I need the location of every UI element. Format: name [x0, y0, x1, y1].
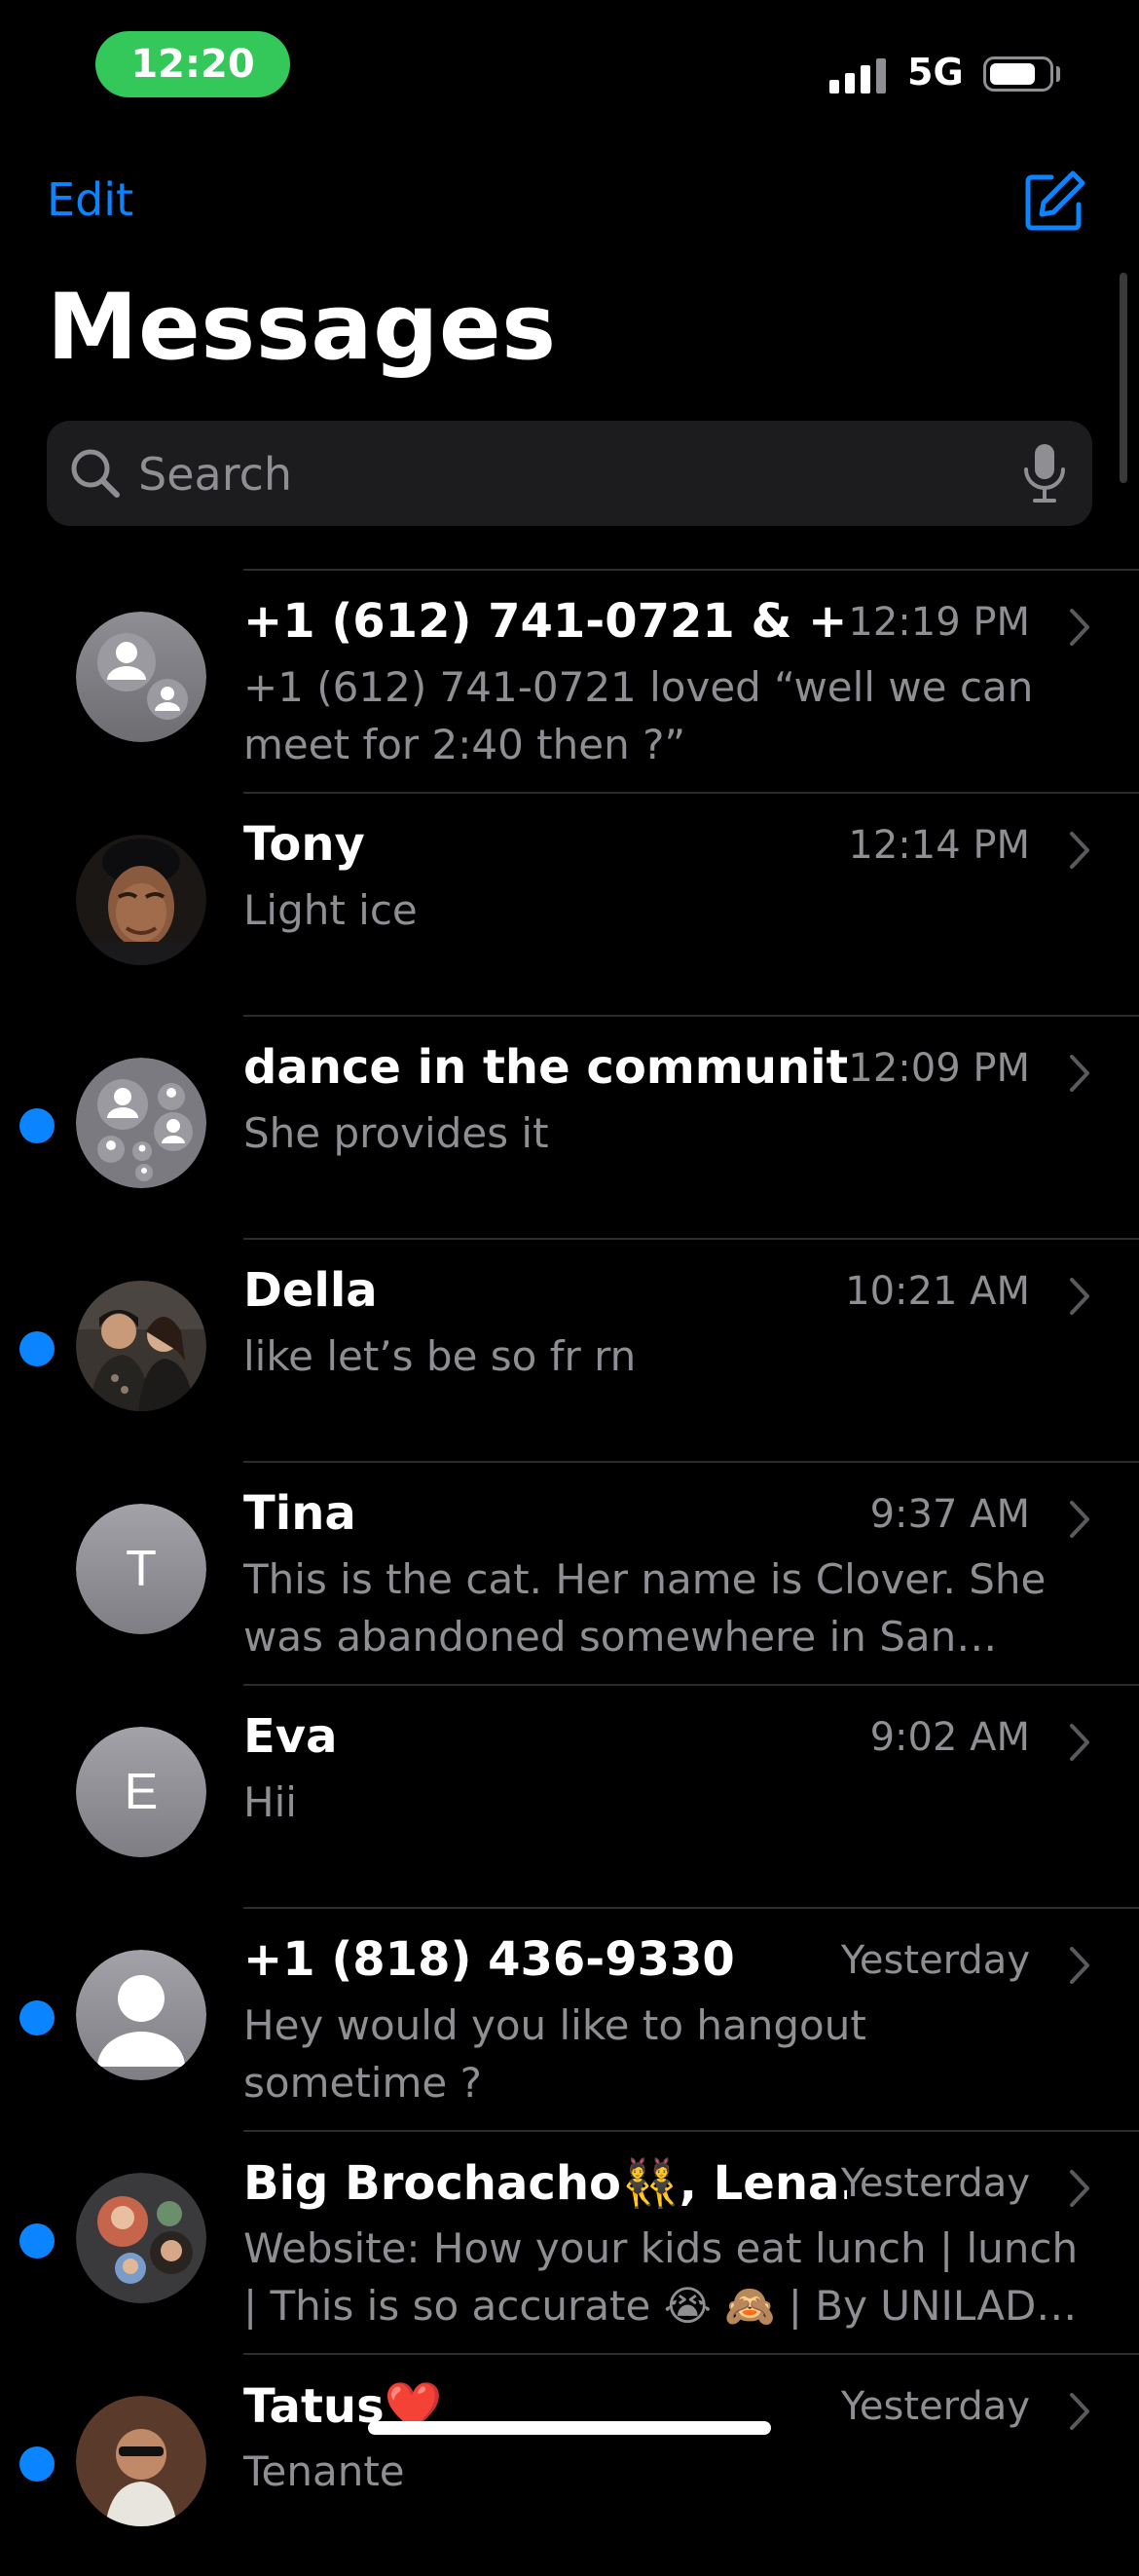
compose-icon[interactable]: [1022, 169, 1086, 234]
contact-photo-avatar: [76, 2396, 206, 2526]
group-photos: [76, 2173, 206, 2303]
search-icon: [68, 446, 123, 501]
conversation-row[interactable]: E Eva 9:02 AM Hii: [0, 1684, 1139, 1907]
conversation-name: +1 (612) 741-0721 & +1 (…: [243, 594, 847, 649]
conversation-row[interactable]: dance in the community 12:09 PM She prov…: [0, 1015, 1139, 1238]
contact-photo-avatar: [76, 1281, 206, 1411]
conversation-preview: Website: How your kids eat lunch | lunch…: [243, 2224, 1079, 2330]
scroll-indicator[interactable]: [1120, 273, 1127, 483]
row-separator: [243, 792, 1139, 794]
initial-avatar: T: [76, 1504, 206, 1634]
conversation-time: 12:19 PM: [848, 600, 1030, 645]
contact-photo-avatar: [76, 835, 206, 965]
row-separator: [243, 569, 1139, 571]
chevron-right-icon: [1070, 1947, 1089, 1984]
conversation-preview: +1 (612) 741-0721 loved “well we can mee…: [243, 663, 1034, 768]
row-separator: [243, 1238, 1139, 1240]
status-time[interactable]: 12:20: [95, 31, 290, 97]
conversation-preview: like let’s be so fr rn: [243, 1332, 637, 1380]
row-separator: [243, 2130, 1139, 2132]
group-many-person-icon: [76, 1058, 206, 1188]
conversation-time: 12:09 PM: [848, 1046, 1030, 1091]
conversation-row[interactable]: Tony 12:14 PM Light ice: [0, 792, 1139, 1015]
conversation-name: Big Brochacho👯, Lena...: [243, 2156, 847, 2211]
unread-indicator: [19, 1331, 55, 1366]
contact-photo: [76, 835, 206, 965]
conversation-name: Eva: [243, 1709, 338, 1764]
home-indicator[interactable]: [368, 2421, 771, 2435]
avatar-initial: E: [125, 1764, 159, 1820]
conversation-time: Yesterday: [840, 2384, 1030, 2429]
unread-indicator: [19, 1108, 55, 1143]
chevron-right-icon: [1070, 1724, 1089, 1761]
search-input[interactable]: [136, 421, 997, 528]
group-two-person-icon: [76, 612, 206, 742]
conversation-name: dance in the community: [243, 1040, 847, 1095]
row-separator: [243, 2353, 1139, 2355]
battery-level-fill: [990, 63, 1035, 85]
group-avatar: [76, 612, 206, 742]
conversation-name: Tina: [243, 1486, 356, 1541]
group-avatar: [76, 1058, 206, 1188]
chevron-right-icon: [1070, 2170, 1089, 2207]
conversation-time: Yesterday: [840, 1938, 1030, 1983]
chevron-right-icon: [1070, 1278, 1089, 1315]
chevron-right-icon: [1070, 609, 1089, 646]
unread-indicator: [19, 2446, 55, 2482]
page-title: Messages: [47, 275, 557, 381]
contact-photo: [76, 2396, 206, 2526]
conversation-row[interactable]: Della 10:21 AM like let’s be so fr rn: [0, 1238, 1139, 1461]
edit-button[interactable]: Edit: [47, 173, 133, 226]
row-separator: [243, 1461, 1139, 1463]
network-type: 5G: [907, 51, 964, 93]
status-bar: 12:20 5G: [0, 0, 1139, 127]
conversation-list[interactable]: +1 (612) 741-0721 & +1 (… 12:19 PM +1 (6…: [0, 569, 1139, 2576]
conversation-name: Tony: [243, 817, 365, 872]
chevron-right-icon: [1070, 1055, 1089, 1092]
conversation-preview: She provides it: [243, 1109, 549, 1157]
conversation-time: 9:02 AM: [869, 1715, 1030, 1760]
chevron-right-icon: [1070, 1501, 1089, 1538]
contact-photo: [76, 1281, 206, 1411]
conversation-row[interactable]: +1 (818) 436-9330 Yesterday Hey would yo…: [0, 1907, 1139, 2130]
row-separator: [243, 1684, 1139, 1686]
search-bar[interactable]: [47, 421, 1092, 528]
chevron-right-icon: [1070, 2393, 1089, 2430]
conversation-preview: This is the cat. Her name is Clover. She…: [243, 1555, 1047, 1661]
conversation-preview: Light ice: [243, 886, 418, 934]
initial-avatar: E: [76, 1727, 206, 1857]
group-avatar: [76, 2173, 206, 2303]
conversation-preview: Hii: [243, 1778, 297, 1826]
default-avatar: [76, 1950, 206, 2080]
unread-indicator: [19, 2000, 55, 2035]
conversation-name: +1 (818) 436-9330: [243, 1932, 735, 1987]
conversation-row[interactable]: +1 (612) 741-0721 & +1 (… 12:19 PM +1 (6…: [0, 569, 1139, 792]
conversation-row[interactable]: Tatus❤️ Yesterday Tenante: [0, 2353, 1139, 2576]
avatar-initial: T: [126, 1541, 157, 1597]
chevron-right-icon: [1070, 832, 1089, 869]
initial-avatar-circle: E: [76, 1727, 206, 1857]
battery-icon: [983, 56, 1053, 92]
microphone-icon[interactable]: [1020, 442, 1069, 504]
conversation-time: 12:14 PM: [848, 823, 1030, 868]
unread-indicator: [19, 2223, 55, 2259]
conversation-time: 9:37 AM: [869, 1492, 1030, 1537]
conversation-time: 10:21 AM: [845, 1269, 1030, 1314]
cellular-signal-icon: [829, 55, 888, 93]
initial-avatar-circle: T: [76, 1504, 206, 1634]
conversation-preview: Hey would you like to hangout sometime ?: [243, 2001, 866, 2107]
conversation-row[interactable]: Big Brochacho👯, Lena... Yesterday Websit…: [0, 2130, 1139, 2353]
conversation-name: Della: [243, 1263, 378, 1318]
battery-cap: [1056, 66, 1060, 82]
row-separator: [243, 1907, 1139, 1909]
conversation-row[interactable]: T Tina 9:37 AM This is the cat. Her name…: [0, 1461, 1139, 1684]
row-separator: [243, 1015, 1139, 1017]
person-silhouette-icon: [76, 1950, 206, 2080]
conversation-time: Yesterday: [840, 2161, 1030, 2206]
conversation-preview: Tenante: [243, 2447, 405, 2495]
